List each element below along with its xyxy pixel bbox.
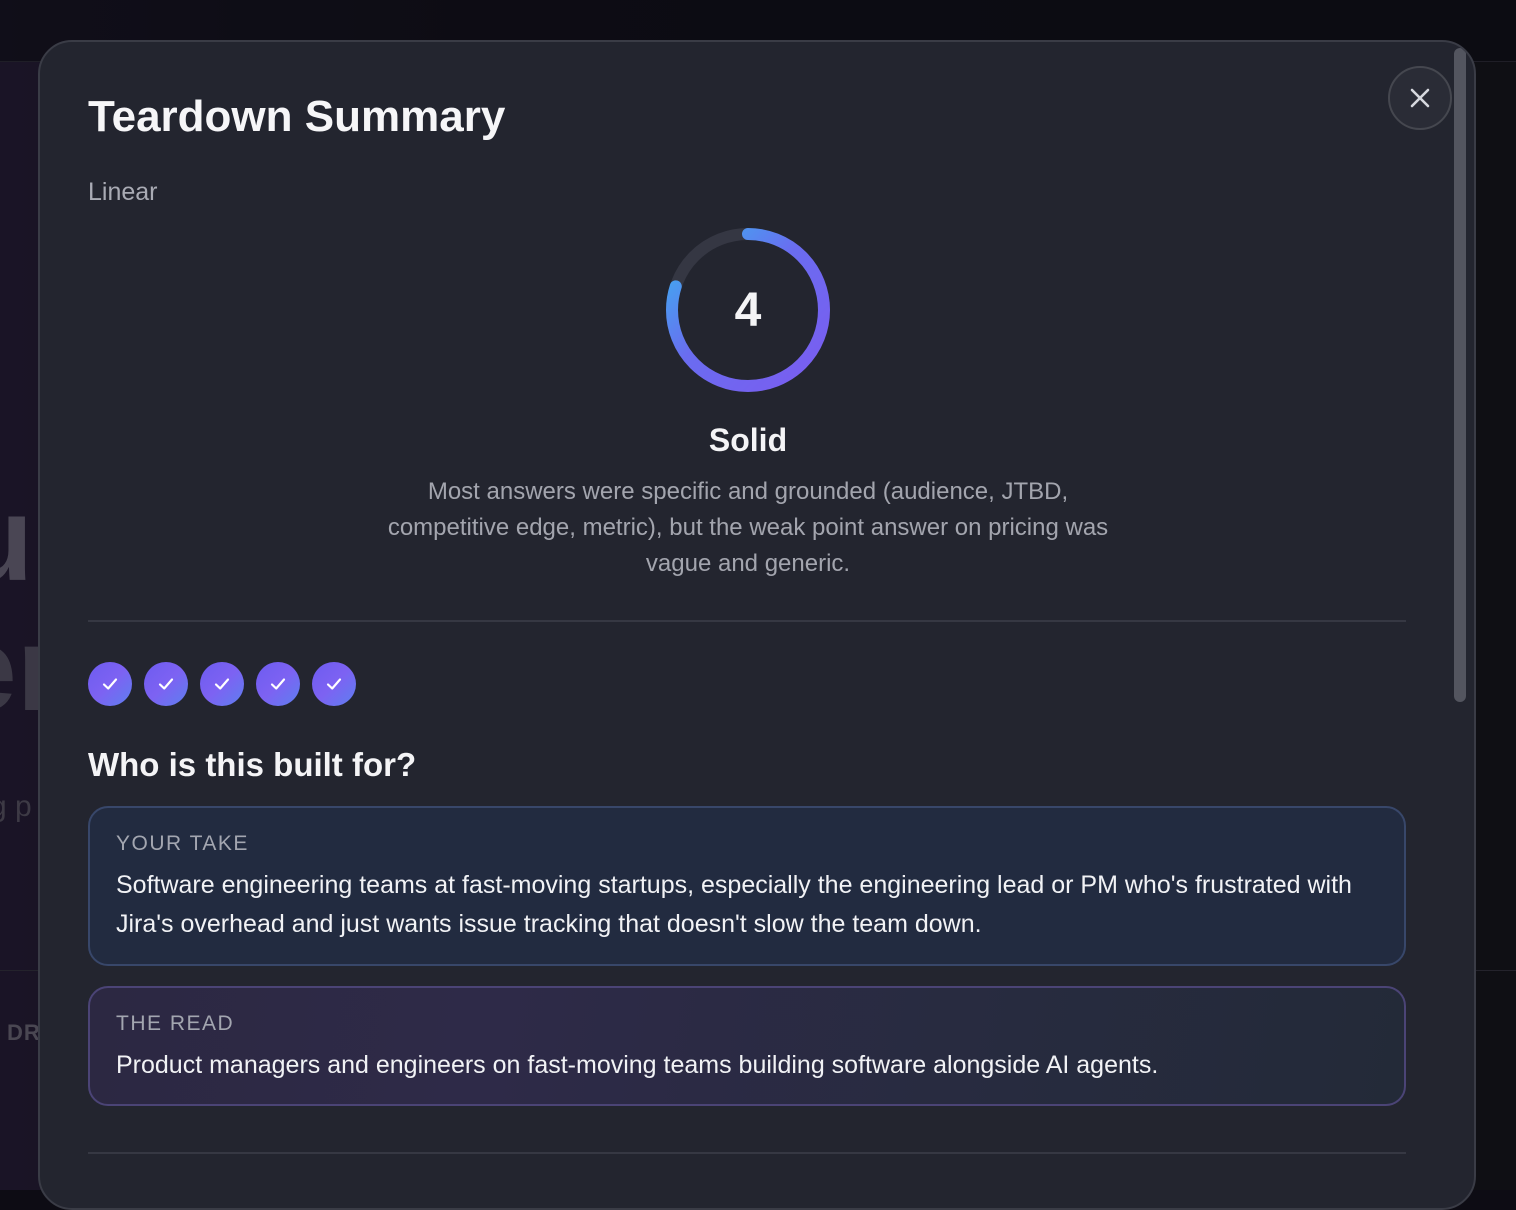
- the-read-text: Product managers and engineers on fast-m…: [116, 1046, 1378, 1085]
- background-subtitle: g p: [0, 790, 32, 824]
- your-take-label: YOUR TAKE: [116, 832, 1378, 856]
- question-check-4[interactable]: [256, 662, 300, 706]
- check-icon: [212, 674, 232, 694]
- progress-checks: [88, 662, 356, 706]
- check-icon: [100, 674, 120, 694]
- the-read-label: THE READ: [116, 1012, 1378, 1036]
- divider: [88, 620, 1406, 622]
- the-read-card: THE READ Product managers and engineers …: [88, 986, 1406, 1106]
- divider-bottom: [88, 1152, 1406, 1154]
- your-take-text: Software engineering teams at fast-movin…: [116, 866, 1378, 944]
- question-check-2[interactable]: [144, 662, 188, 706]
- close-button[interactable]: [1388, 66, 1452, 130]
- modal-scrollbar[interactable]: [1454, 48, 1466, 702]
- close-icon: [1409, 87, 1431, 109]
- score-label: Solid: [40, 422, 1456, 459]
- question-check-5[interactable]: [312, 662, 356, 706]
- check-icon: [324, 674, 344, 694]
- background-hero-text: u: [0, 470, 33, 608]
- product-name: Linear: [88, 178, 158, 207]
- modal-title: Teardown Summary: [88, 92, 505, 142]
- score-description: Most answers were specific and grounded …: [378, 474, 1118, 582]
- background-section-label: DR: [7, 1020, 41, 1046]
- question-check-3[interactable]: [200, 662, 244, 706]
- score-value: 4: [660, 222, 836, 398]
- question-check-1[interactable]: [88, 662, 132, 706]
- check-icon: [268, 674, 288, 694]
- your-take-card: YOUR TAKE Software engineering teams at …: [88, 806, 1406, 966]
- question-title: Who is this built for?: [88, 746, 416, 784]
- teardown-summary-modal: Teardown Summary Linear 4 Solid Most ans…: [38, 40, 1476, 1210]
- check-icon: [156, 674, 176, 694]
